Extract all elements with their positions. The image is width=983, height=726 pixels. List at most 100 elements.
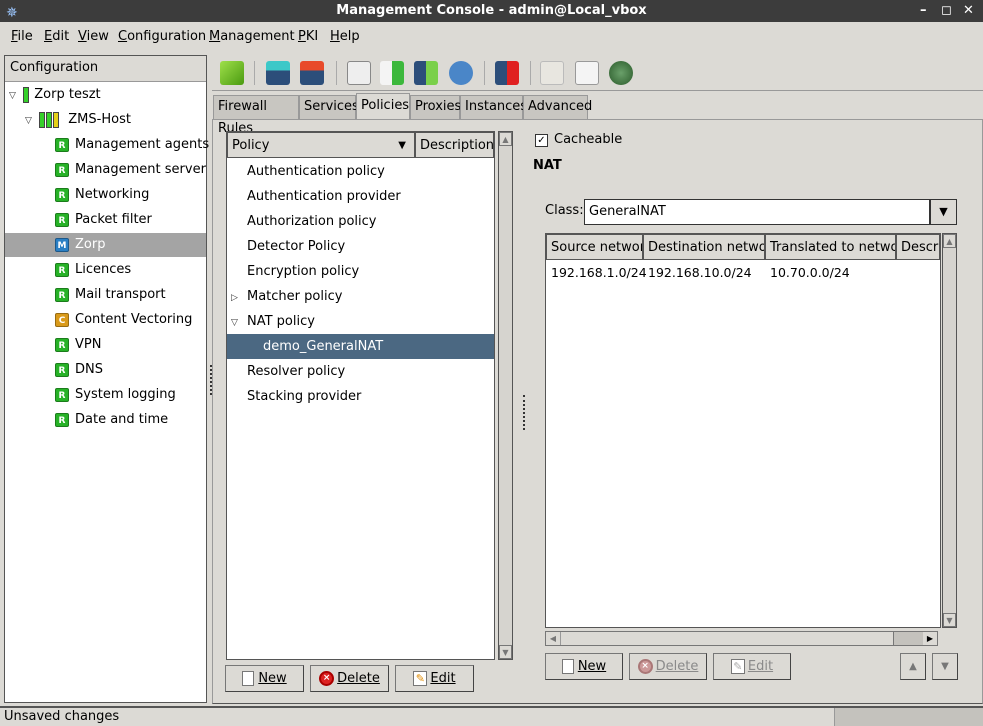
- nat-delete-button[interactable]: × Delete: [629, 653, 707, 680]
- policy-delete-button[interactable]: × Delete: [310, 665, 389, 692]
- tree-item-packet-filter[interactable]: R Packet filter: [55, 208, 205, 232]
- nat-new-button[interactable]: New: [545, 653, 623, 680]
- tab-firewall-rules[interactable]: Firewall Rules: [213, 95, 299, 136]
- tree-item-content-vectoring[interactable]: C Content Vectoring: [55, 308, 205, 332]
- policy-row[interactable]: Authentication policy: [227, 159, 494, 184]
- expand-triangle-icon[interactable]: ▽: [25, 109, 35, 133]
- go-up-icon[interactable]: [220, 61, 244, 85]
- expand-triangle-icon[interactable]: ▷: [231, 286, 247, 311]
- policy-new-button[interactable]: New: [225, 665, 304, 692]
- tree-item-mail-transport[interactable]: R Mail transport: [55, 283, 205, 307]
- app-logo-icon: ✵: [6, 5, 18, 21]
- column-header-source-network[interactable]: Source network: [546, 234, 643, 260]
- cacheable-checkbox[interactable]: ✓: [535, 134, 548, 147]
- class-label: Class:: [545, 203, 584, 218]
- edit-doc-icon[interactable]: [575, 61, 599, 85]
- tree-item-management-agents[interactable]: R Management agents: [55, 133, 209, 157]
- policy-edit-button[interactable]: ✎ Edit: [395, 665, 474, 692]
- policy-row-matcher[interactable]: ▷ Matcher policy: [227, 284, 494, 309]
- policy-row[interactable]: Authentication provider: [227, 184, 494, 209]
- policy-list-scrollbar[interactable]: ▲ ▼: [498, 131, 513, 660]
- tab-advanced[interactable]: Advanced: [523, 95, 592, 119]
- tree-item-zorp-teszt[interactable]: ▽ Zorp teszt: [9, 83, 101, 107]
- menu-file[interactable]: File: [11, 29, 33, 44]
- move-up-button[interactable]: ▲: [900, 653, 926, 680]
- scrollbar-thumb[interactable]: [560, 632, 894, 645]
- cacheable-label[interactable]: Cacheable: [554, 132, 622, 147]
- menu-edit[interactable]: Edit: [44, 29, 69, 44]
- tree-item-licences[interactable]: R Licences: [55, 258, 205, 282]
- c-badge-icon: C: [55, 312, 69, 327]
- r-badge-icon: R: [55, 412, 69, 427]
- help-save-icon[interactable]: [495, 61, 519, 85]
- new-file-icon: [242, 671, 255, 686]
- maximize-button[interactable]: ◻: [941, 0, 952, 22]
- menu-configuration[interactable]: Configuration: [118, 29, 206, 44]
- sort-down-icon: ▼: [398, 140, 406, 151]
- upload-icon[interactable]: [414, 61, 438, 85]
- scroll-down-icon[interactable]: ▼: [499, 645, 512, 659]
- class-dropdown-button[interactable]: ▼: [930, 199, 957, 225]
- splitter-handle[interactable]: [523, 395, 526, 430]
- title-bar: ✵ Management Console - admin@Local_vbox …: [0, 0, 983, 22]
- scroll-down-icon[interactable]: ▼: [943, 613, 956, 627]
- scroll-right-icon[interactable]: ▶: [923, 632, 937, 645]
- policy-tree-list: Policy ▼ Description Authentication polic…: [226, 131, 495, 660]
- tree-item-dns[interactable]: R DNS: [55, 358, 205, 382]
- scroll-left-icon[interactable]: ◀: [546, 632, 560, 645]
- notes-icon[interactable]: [540, 61, 564, 85]
- configuration-header: Configuration: [5, 56, 206, 82]
- settings-icon[interactable]: [449, 61, 473, 85]
- scroll-up-icon[interactable]: ▲: [499, 132, 512, 146]
- collapse-triangle-icon[interactable]: ▽: [231, 311, 247, 336]
- tab-instances[interactable]: Instances: [460, 95, 527, 119]
- tab-services[interactable]: Services: [299, 95, 359, 119]
- column-header-policy[interactable]: Policy ▼: [227, 132, 415, 158]
- tree-item-zorp[interactable]: M Zorp: [5, 233, 206, 257]
- revert-icon[interactable]: [300, 61, 324, 85]
- policy-row[interactable]: Encryption policy: [227, 259, 494, 284]
- column-header-description[interactable]: Descri: [896, 234, 940, 260]
- scroll-up-icon[interactable]: ▲: [943, 234, 956, 248]
- nat-cell-source[interactable]: 192.168.1.0/24: [551, 265, 647, 280]
- policy-row[interactable]: Authorization policy: [227, 209, 494, 234]
- nat-table-vscrollbar[interactable]: ▲ ▼: [942, 233, 957, 628]
- tree-item-management-server[interactable]: R Management server: [55, 158, 206, 182]
- nat-cell-translated[interactable]: 10.70.0.0/24: [770, 265, 850, 280]
- policy-row-nat[interactable]: ▽ NAT policy: [227, 309, 494, 334]
- policy-row-selected[interactable]: demo_GeneralNAT: [227, 334, 494, 359]
- tree-item-zms-host[interactable]: ▽ ZMS-Host: [25, 108, 131, 132]
- tree-item-networking[interactable]: R Networking: [55, 183, 205, 207]
- tree-item-vpn[interactable]: R VPN: [55, 333, 205, 357]
- edit-icon: ✎: [730, 659, 745, 674]
- menu-management[interactable]: Management: [209, 29, 295, 44]
- policy-row[interactable]: Detector Policy: [227, 234, 494, 259]
- save-commit-icon[interactable]: [266, 61, 290, 85]
- r-badge-icon: R: [55, 187, 69, 202]
- class-select[interactable]: GeneralNAT: [584, 199, 930, 225]
- expand-triangle-icon[interactable]: ▽: [9, 84, 19, 108]
- tab-proxies[interactable]: Proxies: [410, 95, 461, 119]
- tab-policies[interactable]: Policies: [356, 93, 410, 120]
- nat-cell-destination[interactable]: 192.168.10.0/24: [648, 265, 752, 280]
- section-title: NAT: [533, 158, 562, 173]
- column-header-description[interactable]: Description: [415, 132, 494, 158]
- compare-icon[interactable]: [380, 61, 404, 85]
- menu-pki[interactable]: PKI: [298, 29, 318, 44]
- menu-help[interactable]: Help: [330, 29, 360, 44]
- nat-table-hscrollbar[interactable]: ◀ ▶: [545, 631, 938, 646]
- minimize-button[interactable]: –: [920, 0, 927, 22]
- search-icon[interactable]: [347, 61, 371, 85]
- inspect-icon[interactable]: [609, 61, 633, 85]
- column-header-translated-network[interactable]: Translated to network: [765, 234, 896, 260]
- delete-icon: ×: [319, 671, 335, 686]
- policy-row[interactable]: Resolver policy: [227, 359, 494, 384]
- close-button[interactable]: ✕: [963, 0, 974, 22]
- column-header-destination-network[interactable]: Destination network: [643, 234, 765, 260]
- menu-view[interactable]: View: [78, 29, 109, 44]
- move-down-button[interactable]: ▼: [932, 653, 958, 680]
- nat-edit-button[interactable]: ✎ Edit: [713, 653, 791, 680]
- tree-item-system-logging[interactable]: R System logging: [55, 383, 205, 407]
- tree-item-date-and-time[interactable]: R Date and time: [55, 408, 205, 432]
- policy-row[interactable]: Stacking provider: [227, 384, 494, 409]
